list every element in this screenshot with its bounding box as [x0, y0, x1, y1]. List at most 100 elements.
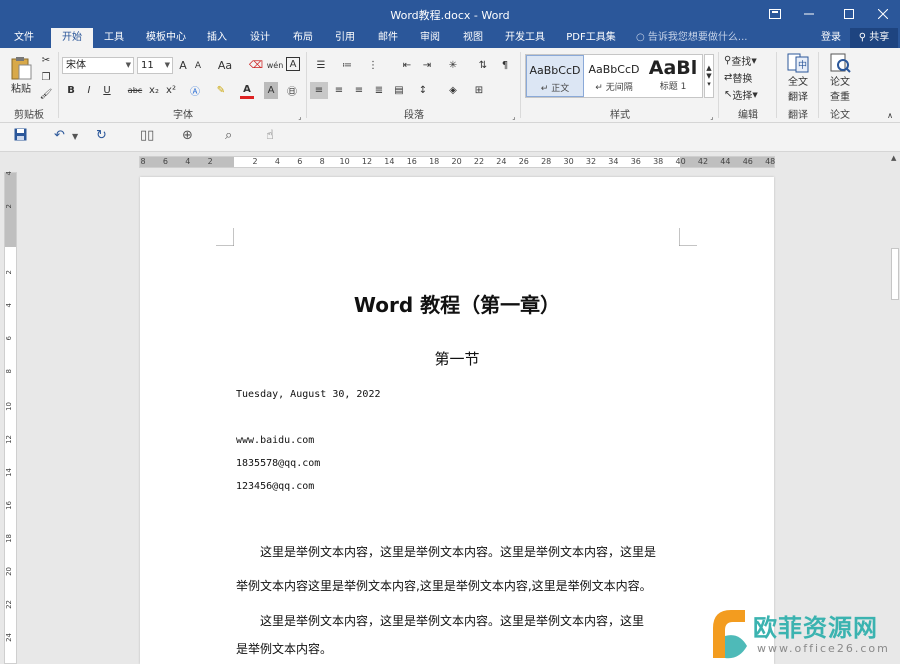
- document-paragraph-line[interactable]: 这里是举例文本内容，这里是举例文本内容。这里是举例文本内容，这里: [236, 612, 644, 629]
- full-translate-button[interactable]: 中 全文 翻译: [780, 52, 816, 104]
- clear-format-icon[interactable]: ⌫: [248, 57, 264, 74]
- document-paragraph-line[interactable]: 这里是举例文本内容，这里是举例文本内容。这里是举例文本内容，这里是: [236, 543, 656, 560]
- maximize-icon[interactable]: [832, 0, 866, 28]
- tab-tools[interactable]: 工具: [98, 28, 130, 48]
- justify-icon[interactable]: ≣: [370, 82, 388, 99]
- tab-review[interactable]: 审阅: [413, 28, 447, 48]
- align-left-icon[interactable]: ≡: [310, 82, 328, 99]
- highlight-icon[interactable]: ✎: [212, 82, 230, 99]
- share-button[interactable]: ⚲ 共享: [850, 28, 898, 48]
- tab-design[interactable]: 设计: [243, 28, 277, 48]
- font-name-select[interactable]: 宋体 ▼: [62, 57, 134, 74]
- enclose-char-icon[interactable]: ㊐: [284, 82, 300, 99]
- increase-indent-icon[interactable]: ⇥: [418, 57, 436, 74]
- document-page[interactable]: Word 教程（第一章） 第一节 Tuesday, August 30, 202…: [140, 177, 774, 664]
- align-center-icon[interactable]: ≡: [330, 82, 348, 99]
- underline-button[interactable]: U: [100, 82, 114, 99]
- style-heading-1[interactable]: AaBl 标题 1: [644, 55, 702, 97]
- styles-scroll[interactable]: ▲ ▼ ▾: [704, 54, 714, 98]
- change-case-button[interactable]: Aa: [214, 57, 236, 74]
- scroll-up-icon[interactable]: ▲: [891, 154, 896, 162]
- decrease-indent-icon[interactable]: ⇤: [398, 57, 416, 74]
- close-icon[interactable]: [866, 0, 900, 28]
- tab-developer[interactable]: 开发工具: [500, 28, 550, 48]
- style-normal[interactable]: AaBbCcD ↵ 正文: [526, 55, 584, 97]
- chinese-layout-icon[interactable]: ✳: [442, 57, 464, 74]
- tab-mailings[interactable]: 邮件: [371, 28, 405, 48]
- ribbon-display-icon[interactable]: [758, 0, 792, 28]
- undo-icon[interactable]: ↶: [54, 128, 65, 143]
- web-layout-icon[interactable]: ⊕: [182, 128, 193, 143]
- redo-icon[interactable]: ↻: [96, 128, 107, 143]
- collapse-ribbon-icon[interactable]: ∧: [884, 110, 896, 120]
- italic-button[interactable]: I: [82, 82, 96, 99]
- brand-logo-icon: [713, 610, 747, 659]
- subscript-button[interactable]: x₂: [147, 82, 161, 99]
- scroll-thumb[interactable]: [891, 248, 899, 300]
- tab-pdf-tools[interactable]: PDF工具集: [562, 28, 620, 48]
- sort-icon[interactable]: ⇅: [474, 57, 492, 74]
- ruler-tick-label: 16: [406, 157, 417, 166]
- tab-templates[interactable]: 模板中心: [140, 28, 192, 48]
- corner-mark: [216, 228, 234, 246]
- char-border-icon[interactable]: A: [286, 57, 300, 71]
- tab-file[interactable]: 文件: [4, 28, 44, 48]
- chevron-down-icon[interactable]: ▼: [72, 132, 78, 141]
- dialog-launcher-icon[interactable]: ⌟: [296, 113, 304, 121]
- paper-check-button[interactable]: 论文 查重: [822, 52, 858, 104]
- strikethrough-button[interactable]: abc: [126, 82, 144, 99]
- tell-me-box[interactable]: ○ 告诉我您想要做什么...: [636, 28, 747, 48]
- numbering-icon[interactable]: ≔: [336, 57, 358, 74]
- vertical-scrollbar[interactable]: ▲: [890, 152, 900, 664]
- show-marks-icon[interactable]: ¶: [496, 57, 514, 74]
- document-subtitle[interactable]: 第一节: [140, 348, 774, 369]
- tab-insert[interactable]: 插入: [200, 28, 234, 48]
- bold-button[interactable]: B: [64, 82, 78, 99]
- format-painter-icon[interactable]: 🖌: [39, 87, 53, 101]
- cut-icon[interactable]: ✂: [39, 53, 53, 67]
- document-line[interactable]: 1835578@qq.com: [236, 458, 320, 469]
- shading-icon[interactable]: ◈: [442, 82, 464, 99]
- dialog-launcher-icon[interactable]: ⌟: [708, 113, 716, 121]
- document-title[interactable]: Word 教程（第一章）: [140, 289, 774, 318]
- reading-mode-icon[interactable]: ▯▯: [140, 128, 154, 143]
- char-shading-icon[interactable]: A: [264, 82, 278, 99]
- find-button[interactable]: ⚲ 查找 ▼: [724, 53, 757, 68]
- copy-icon[interactable]: ❐: [39, 70, 53, 84]
- align-right-icon[interactable]: ≡: [350, 82, 368, 99]
- replace-button[interactable]: ⇄ 替换: [724, 70, 752, 85]
- borders-icon[interactable]: ⊞: [468, 82, 490, 99]
- bullets-icon[interactable]: ☰: [310, 57, 332, 74]
- login-link[interactable]: 登录: [816, 28, 846, 48]
- document-paragraph-line[interactable]: 是举例文本内容。: [236, 640, 332, 657]
- grow-font-button[interactable]: A: [176, 57, 190, 74]
- line-spacing-icon[interactable]: ↕: [412, 82, 434, 99]
- save-icon[interactable]: [14, 128, 27, 145]
- dialog-launcher-icon[interactable]: ⌟: [510, 113, 518, 121]
- minimize-icon[interactable]: [792, 0, 826, 28]
- paste-button[interactable]: 粘贴: [6, 52, 36, 98]
- style-no-spacing[interactable]: AaBbCcD ↵ 无间隔: [585, 55, 643, 97]
- horizontal-ruler[interactable]: 8 6 4 2 2 4 6 8 10 12 14 16 18 20 22 24 26 28 30 32 34 36 38 40…: [139, 156, 775, 168]
- multilevel-list-icon[interactable]: ⋮: [362, 57, 384, 74]
- tab-layout[interactable]: 布局: [286, 28, 320, 48]
- superscript-button[interactable]: x²: [164, 82, 178, 99]
- phonetic-guide-button[interactable]: wén: [267, 57, 284, 74]
- text-effects-icon[interactable]: Ⓐ: [186, 82, 204, 99]
- tab-references[interactable]: 引用: [328, 28, 362, 48]
- document-date[interactable]: Tuesday, August 30, 2022: [236, 389, 381, 400]
- shrink-font-button[interactable]: A: [191, 57, 205, 74]
- font-color-button[interactable]: A: [240, 82, 254, 99]
- tab-view[interactable]: 视图: [456, 28, 490, 48]
- font-size-select[interactable]: 11 ▼: [137, 57, 173, 74]
- touch-mode-icon[interactable]: ☝: [266, 128, 274, 143]
- document-paragraph-line[interactable]: 举例文本内容这里是举例文本内容,这里是举例文本内容,这里是举例文本内容。: [236, 577, 652, 594]
- document-line[interactable]: 123456@qq.com: [236, 481, 314, 492]
- print-preview-icon[interactable]: ⌕: [225, 128, 232, 143]
- distribute-icon[interactable]: ▤: [390, 82, 408, 99]
- tab-home[interactable]: 开始: [51, 28, 93, 49]
- vertical-ruler[interactable]: 4 2 2 4 6 8 10 12 14 16 18 20 22 24: [4, 171, 17, 664]
- document-line[interactable]: www.baidu.com: [236, 435, 314, 446]
- style-name: 标题 1: [659, 82, 687, 92]
- select-button[interactable]: ↖ 选择 ▼: [724, 87, 758, 102]
